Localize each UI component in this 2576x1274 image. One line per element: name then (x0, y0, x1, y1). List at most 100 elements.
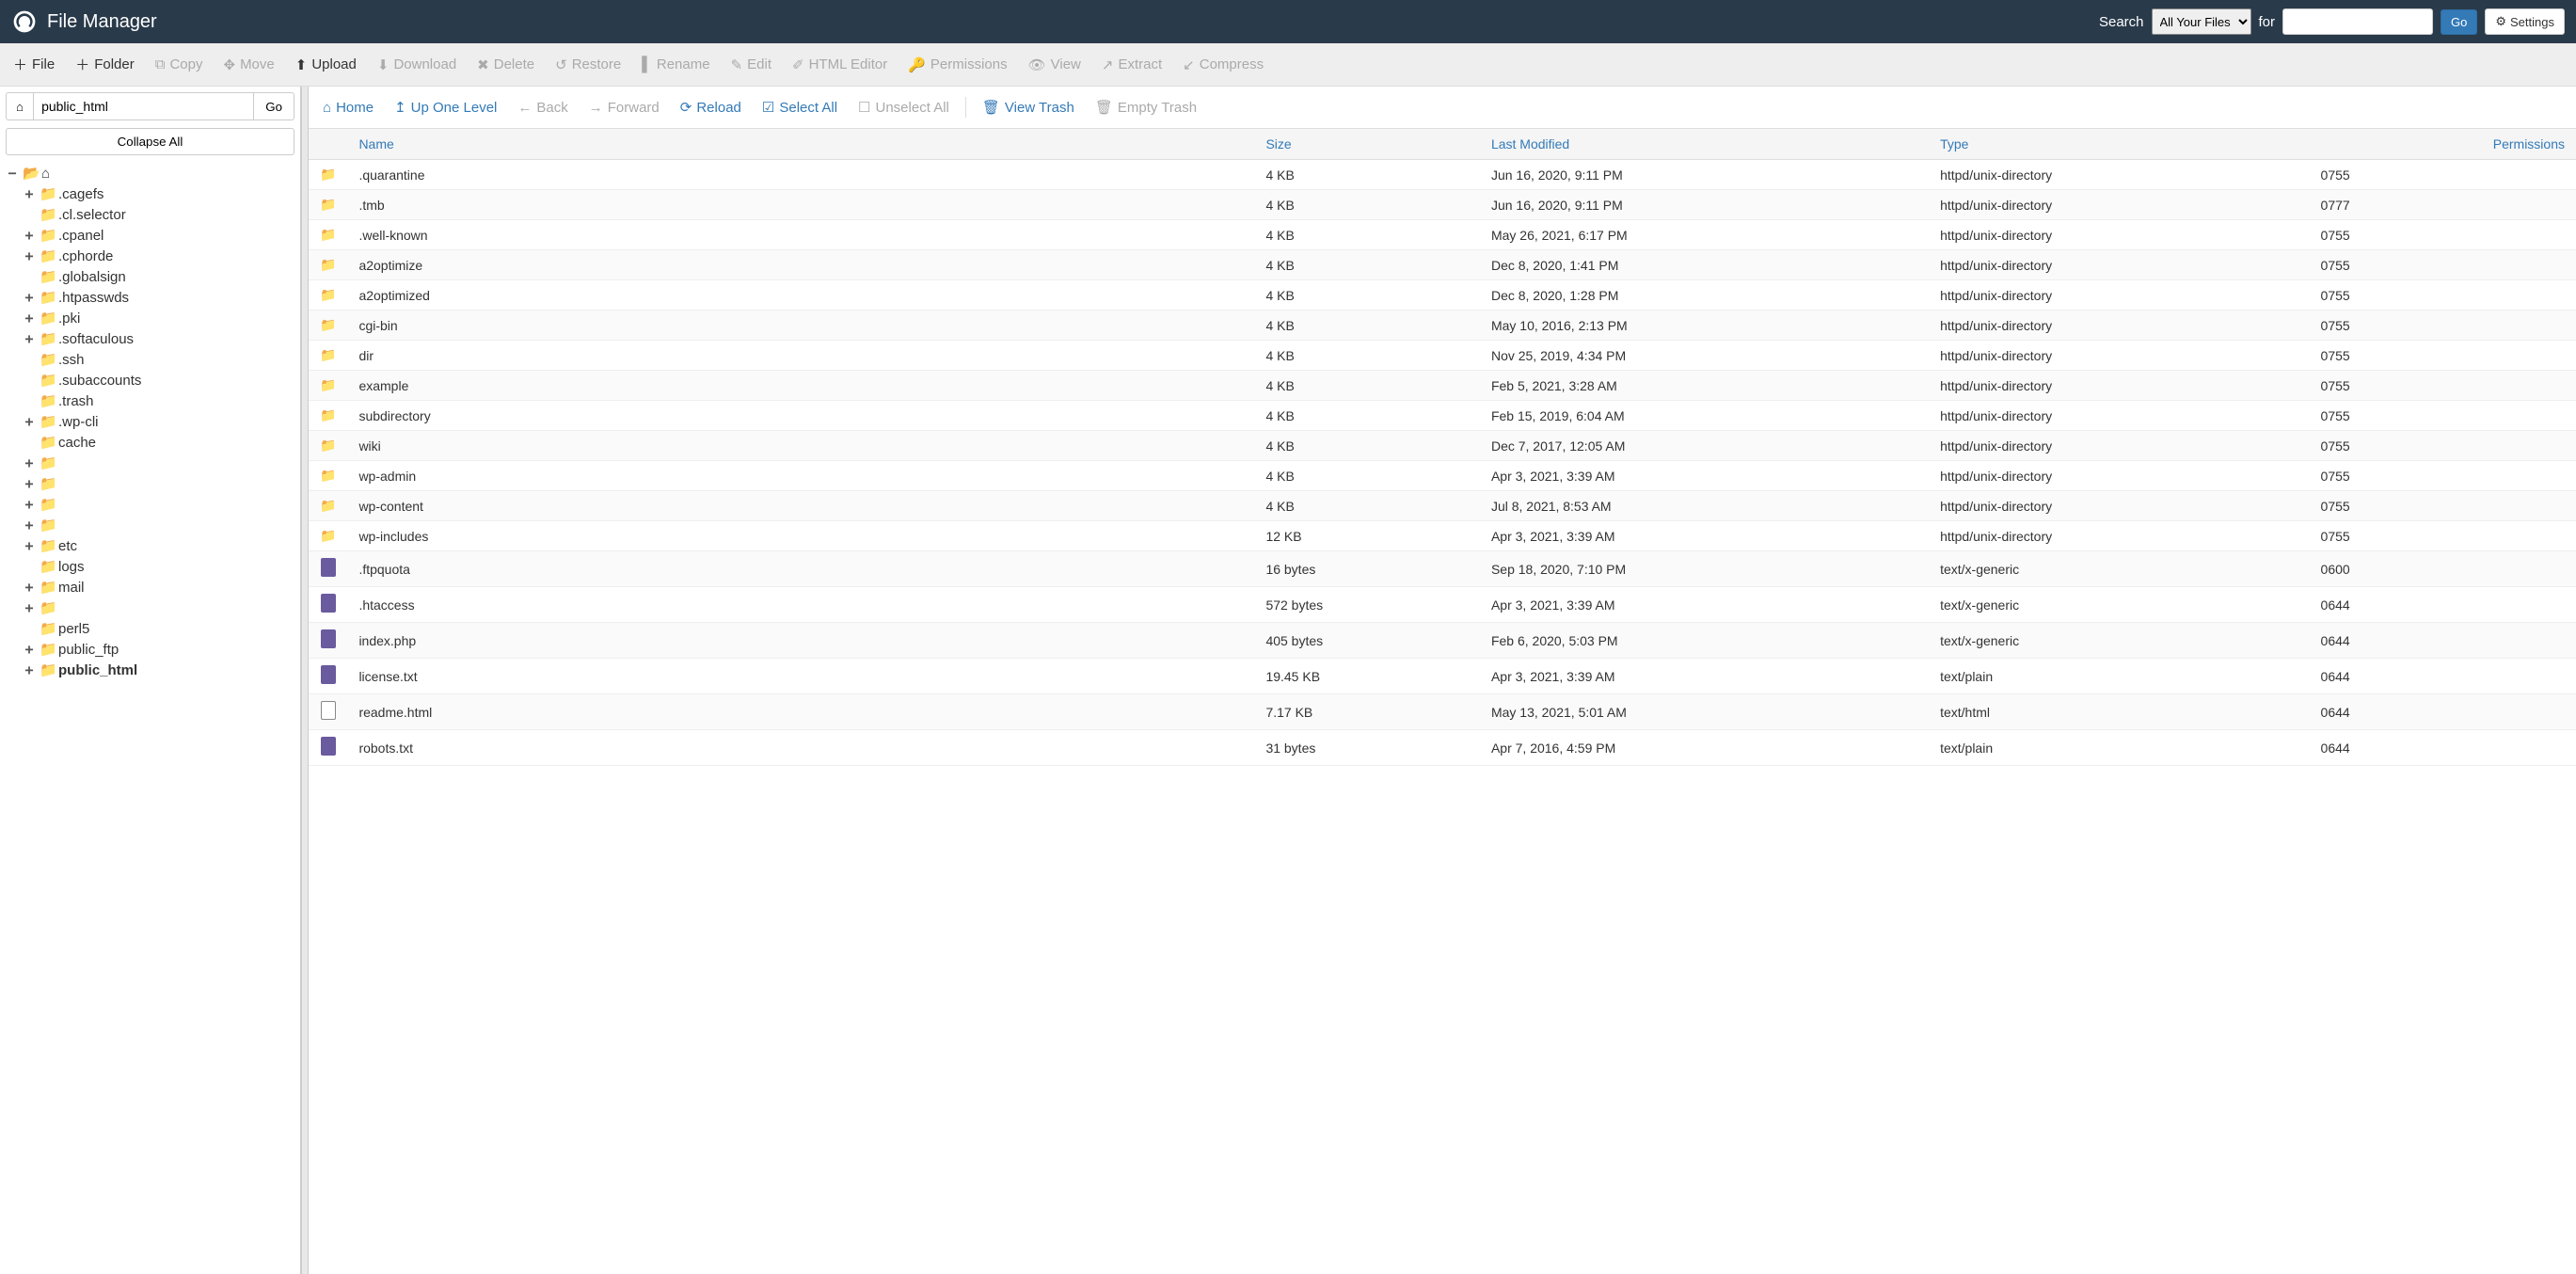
file-row[interactable]: license.txt19.45 KBApr 3, 2021, 3:39 AMt… (309, 659, 2576, 694)
tree-node[interactable]: +📁.pki (23, 308, 294, 328)
tree-node[interactable]: 📁.ssh (23, 349, 294, 370)
file-row[interactable]: .ftpquota16 bytesSep 18, 2020, 7:10 PMte… (309, 551, 2576, 587)
file-row[interactable]: 📁.quarantine4 KBJun 16, 2020, 9:11 PMhtt… (309, 160, 2576, 190)
file-row[interactable]: robots.txt31 bytesApr 7, 2016, 4:59 PMte… (309, 730, 2576, 766)
extract-button[interactable]: ↗Extract (1092, 51, 1171, 79)
tree-node[interactable]: +📁.wp-cli (23, 411, 294, 432)
nav-back-button[interactable]: ←Back (509, 95, 576, 120)
path-go-button[interactable]: Go (254, 92, 294, 120)
tree-node[interactable]: +📁etc (23, 535, 294, 556)
delete-button[interactable]: ✖Delete (468, 51, 544, 79)
path-input[interactable] (34, 92, 254, 120)
new-file-button[interactable]: ＋File (4, 49, 64, 80)
restore-button[interactable]: ↺Restore (546, 51, 630, 79)
expand-icon[interactable]: + (23, 641, 36, 658)
edit-button[interactable]: ✎Edit (722, 51, 781, 79)
col-size[interactable]: Size (1254, 129, 1480, 160)
col-name[interactable]: Name (347, 129, 1254, 160)
tree-node[interactable]: 📁.cl.selector (23, 204, 294, 225)
expand-icon[interactable]: + (23, 537, 36, 554)
file-row[interactable]: readme.html7.17 KBMay 13, 2021, 5:01 AMt… (309, 694, 2576, 730)
tree-node[interactable]: +📁public_html (23, 660, 294, 680)
search-scope-select[interactable]: All Your Files (2152, 8, 2251, 35)
search-go-button[interactable]: Go (2441, 9, 2477, 35)
new-folder-button[interactable]: ＋Folder (66, 49, 144, 80)
col-permissions[interactable]: Permissions (2310, 129, 2576, 160)
expand-icon[interactable]: + (23, 661, 36, 678)
file-row[interactable]: 📁wiki4 KBDec 7, 2017, 12:05 AMhttpd/unix… (309, 431, 2576, 461)
tree-node[interactable]: +📁mail (23, 577, 294, 597)
file-row[interactable]: .htaccess572 bytesApr 3, 2021, 3:39 AMte… (309, 587, 2576, 623)
nav-unselect-all-button[interactable]: ☐Unselect All (850, 94, 958, 120)
expand-icon[interactable]: + (23, 496, 36, 513)
expand-icon[interactable]: + (23, 475, 36, 492)
file-row[interactable]: 📁a2optimized4 KBDec 8, 2020, 1:28 PMhttp… (309, 280, 2576, 311)
nav-view-trash-button[interactable]: 🗑View Trash (974, 94, 1083, 120)
expand-icon[interactable]: + (23, 454, 36, 471)
expand-icon[interactable]: + (23, 185, 36, 202)
file-row[interactable]: 📁wp-admin4 KBApr 3, 2021, 3:39 AMhttpd/u… (309, 461, 2576, 491)
html-editor-button[interactable]: ✐HTML Editor (783, 51, 897, 79)
expand-icon[interactable]: + (23, 413, 36, 430)
expand-icon[interactable]: + (23, 289, 36, 306)
tree-node[interactable]: 📁.globalsign (23, 266, 294, 287)
nav-reload-button[interactable]: ⟳Reload (672, 94, 750, 120)
nav-forward-button[interactable]: →Forward (580, 95, 668, 120)
download-button[interactable]: ⬇Download (368, 51, 466, 79)
tree-node[interactable]: 📁.trash (23, 390, 294, 411)
expand-icon[interactable]: + (23, 599, 36, 616)
file-row[interactable]: 📁a2optimize4 KBDec 8, 2020, 1:41 PMhttpd… (309, 250, 2576, 280)
file-row[interactable]: 📁.tmb4 KBJun 16, 2020, 9:11 PMhttpd/unix… (309, 190, 2576, 220)
nav-up-button[interactable]: ↥Up One Level (386, 94, 505, 120)
tree-node[interactable]: +📁 (23, 515, 294, 535)
col-icon[interactable] (309, 129, 347, 160)
compress-button[interactable]: ↙Compress (1173, 51, 1273, 79)
tree-node[interactable]: +📁 (23, 453, 294, 473)
file-row[interactable]: 📁wp-includes12 KBApr 3, 2021, 3:39 AMhtt… (309, 521, 2576, 551)
tree-node[interactable]: +📁.cagefs (23, 183, 294, 204)
expand-icon[interactable]: + (23, 330, 36, 347)
col-type[interactable]: Type (1929, 129, 2309, 160)
file-row[interactable]: 📁dir4 KBNov 25, 2019, 4:34 PMhttpd/unix-… (309, 341, 2576, 371)
upload-button[interactable]: ⬆Upload (286, 51, 366, 79)
tree-node[interactable]: +📁.cpanel (23, 225, 294, 246)
tree-node[interactable]: +📁.cphorde (23, 246, 294, 266)
splitter[interactable] (301, 87, 309, 1274)
file-row[interactable]: 📁subdirectory4 KBFeb 15, 2019, 6:04 AMht… (309, 401, 2576, 431)
collapse-icon[interactable]: − (6, 165, 19, 182)
expand-icon[interactable]: + (23, 227, 36, 244)
file-row[interactable]: index.php405 bytesFeb 6, 2020, 5:03 PMte… (309, 623, 2576, 659)
file-row[interactable]: 📁wp-content4 KBJul 8, 2021, 8:53 AMhttpd… (309, 491, 2576, 521)
move-button[interactable]: ✥Move (214, 51, 283, 79)
tree-node[interactable]: +📁.softaculous (23, 328, 294, 349)
tree-node[interactable]: +📁public_ftp (23, 639, 294, 660)
rename-button[interactable]: ▌Rename (632, 51, 719, 78)
expand-icon[interactable]: + (23, 247, 36, 264)
expand-icon[interactable]: + (23, 579, 36, 596)
tree-node[interactable]: 📁perl5 (23, 618, 294, 639)
tree-root[interactable]: − 📂 ⌂ (6, 163, 294, 183)
copy-button[interactable]: ⧉Copy (146, 51, 213, 78)
collapse-all-button[interactable]: Collapse All (6, 128, 294, 155)
expand-icon[interactable]: + (23, 310, 36, 326)
tree-node[interactable]: +📁 (23, 597, 294, 618)
file-row[interactable]: 📁example4 KBFeb 5, 2021, 3:28 AMhttpd/un… (309, 371, 2576, 401)
home-path-button[interactable]: ⌂ (6, 92, 34, 120)
nav-empty-trash-button[interactable]: 🗑Empty Trash (1087, 94, 1205, 120)
search-input[interactable] (2282, 8, 2433, 35)
tree-node[interactable]: 📁.subaccounts (23, 370, 294, 390)
tree-node[interactable]: 📁logs (23, 556, 294, 577)
file-row[interactable]: 📁.well-known4 KBMay 26, 2021, 6:17 PMhtt… (309, 220, 2576, 250)
tree-node[interactable]: +📁 (23, 494, 294, 515)
nav-select-all-button[interactable]: ☑Select All (754, 94, 846, 120)
permissions-button[interactable]: 🔑Permissions (898, 51, 1016, 79)
tree-node[interactable]: 📁cache (23, 432, 294, 453)
expand-icon[interactable]: + (23, 517, 36, 533)
tree-node[interactable]: +📁.htpasswds (23, 287, 294, 308)
col-modified[interactable]: Last Modified (1480, 129, 1929, 160)
settings-button[interactable]: ⚙ Settings (2485, 8, 2565, 35)
tree-node[interactable]: +📁 (23, 473, 294, 494)
view-button[interactable]: 👁View (1019, 51, 1090, 79)
file-row[interactable]: 📁cgi-bin4 KBMay 10, 2016, 2:13 PMhttpd/u… (309, 311, 2576, 341)
nav-home-button[interactable]: ⌂Home (314, 95, 382, 120)
